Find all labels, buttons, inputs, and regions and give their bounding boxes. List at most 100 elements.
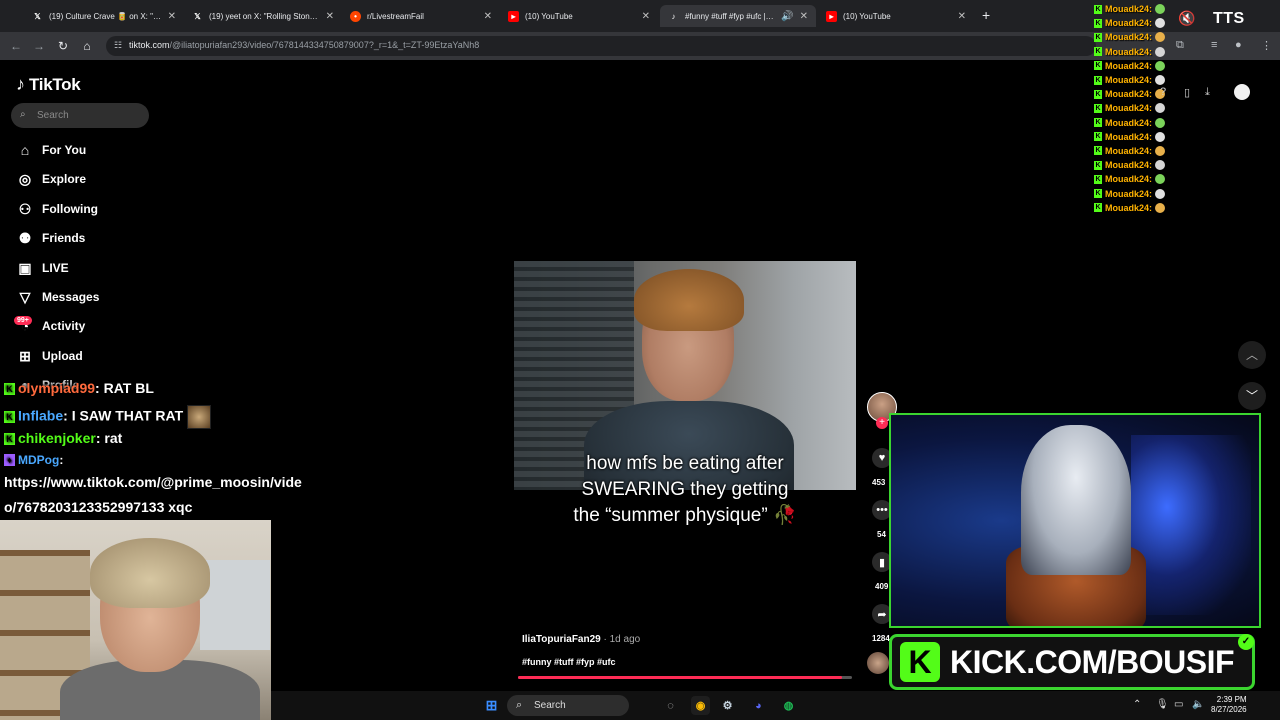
nav-explore[interactable]: ◎ Explore bbox=[16, 169, 86, 189]
video-author[interactable]: IliaTopuriaFan29 · 1d ago bbox=[522, 634, 640, 645]
side-chat-username: Mouadk24: bbox=[1105, 117, 1153, 128]
search-icon: ⌕ bbox=[20, 109, 26, 120]
phone-icon[interactable]: ▯ bbox=[1184, 86, 1190, 99]
close-icon[interactable]: ✕ bbox=[642, 11, 650, 22]
kick-badge-icon: K bbox=[1094, 103, 1102, 113]
video-hashtags[interactable]: #funny #tuff #fyp #ufc bbox=[522, 657, 616, 667]
emote-icon bbox=[1155, 75, 1166, 86]
close-icon[interactable]: ✕ bbox=[326, 11, 334, 22]
search-input[interactable]: ⌕ Search bbox=[11, 103, 149, 128]
emote-icon bbox=[1155, 202, 1166, 213]
kick-badge-icon: K bbox=[1094, 89, 1102, 99]
speaker-icon[interactable]: 🔊 bbox=[781, 11, 793, 22]
emote-icon bbox=[1155, 160, 1166, 171]
back-icon[interactable]: ← bbox=[8, 38, 24, 54]
reddit-icon: • bbox=[350, 10, 361, 22]
side-chat-username: Mouadk24: bbox=[1105, 32, 1153, 43]
browser-tab-2[interactable]: 𝕏 (19) yeet on X: "Rolling Stone d ✕ bbox=[184, 5, 342, 27]
forward-icon[interactable]: → bbox=[31, 38, 47, 54]
browser-tab-1[interactable]: 𝕏 (19) Culture Crave 🥫 on X: "Ro ✕ bbox=[24, 5, 184, 27]
queue-icon[interactable]: ≡ bbox=[1211, 39, 1217, 51]
kick-badge-icon: K bbox=[1094, 75, 1102, 85]
new-tab-button[interactable]: + bbox=[982, 7, 990, 23]
browser-tab-4[interactable]: ▸ (10) YouTube ✕ bbox=[500, 5, 658, 27]
nav-following[interactable]: ⚇ Following bbox=[16, 199, 98, 219]
side-chat-row: K Mouadk24: bbox=[1094, 130, 1174, 144]
upload-icon: ⊞ bbox=[19, 347, 31, 364]
address-bar[interactable]: ☷ tiktok.com/@iliatopuriafan293/video/76… bbox=[106, 36, 1096, 56]
taskbar-search[interactable]: ⌕ Search bbox=[507, 695, 629, 716]
kick-badge-icon: K bbox=[1094, 61, 1102, 71]
toggle-switch[interactable] bbox=[1234, 84, 1250, 100]
video-caption: how mfs be eating after SWEARING they ge… bbox=[573, 453, 797, 526]
browser-tab-6[interactable]: ▸ (10) YouTube ✕ bbox=[818, 5, 974, 27]
help-icon[interactable]: ? bbox=[1160, 86, 1166, 98]
emote-icon bbox=[1155, 60, 1166, 71]
music-avatar[interactable] bbox=[867, 652, 889, 674]
menu-icon[interactable]: ⋮ bbox=[1261, 39, 1272, 52]
extensions-icon[interactable]: ⧉ bbox=[1176, 39, 1184, 52]
nav-for-you[interactable]: ⌂ For You bbox=[16, 140, 86, 160]
side-chat-username: Mouadk24: bbox=[1105, 46, 1153, 57]
browser-tab-active[interactable]: ♪ #funny #tuff #fyp #ufc | ca 🔊 ✕ bbox=[660, 5, 816, 27]
download-icon[interactable]: ⤓ bbox=[1205, 86, 1210, 99]
tab-title: (10) YouTube bbox=[525, 11, 573, 21]
browser-tab-3[interactable]: • r/LivestreamFail ✕ bbox=[342, 5, 500, 27]
kick-badge-icon: K bbox=[1094, 118, 1102, 128]
reload-icon[interactable]: ↻ bbox=[55, 38, 71, 54]
home-icon[interactable]: ⌂ bbox=[79, 38, 95, 54]
discord-icon[interactable]: ◕ bbox=[749, 696, 768, 715]
youtube-icon: ▸ bbox=[826, 10, 837, 22]
close-icon[interactable]: ✕ bbox=[168, 11, 176, 22]
side-chat-username: Mouadk24: bbox=[1105, 188, 1153, 199]
volume-icon[interactable]: 🔈 bbox=[1192, 699, 1204, 710]
kick-badge-icon: K bbox=[1094, 174, 1102, 184]
chat-message: ♦ MDPog: bbox=[4, 453, 63, 467]
side-chat-username: Mouadk24: bbox=[1105, 4, 1153, 15]
chat-link-text: https://www.tiktok.com/@prime_moosin/vid… bbox=[4, 474, 302, 490]
video-progress-bar[interactable] bbox=[518, 676, 852, 679]
activity-badge: 99+ bbox=[14, 316, 32, 325]
spotify-icon[interactable]: ◍ bbox=[779, 696, 798, 715]
monitor-icon[interactable]: ▭ bbox=[1174, 699, 1183, 710]
taskbar-clock[interactable]: 2:39 PM 8/27/2026 bbox=[1211, 695, 1247, 715]
close-icon[interactable]: ✕ bbox=[484, 11, 492, 22]
chevron-up-icon[interactable]: ︿ bbox=[1238, 341, 1266, 369]
nav-friends[interactable]: ⚉ Friends bbox=[16, 228, 86, 248]
tray-chevron-icon[interactable]: ⌃ bbox=[1133, 699, 1141, 710]
chevron-down-icon[interactable]: ﹀ bbox=[1238, 382, 1266, 410]
close-icon[interactable]: ✕ bbox=[800, 11, 808, 22]
emote-icon bbox=[1155, 46, 1166, 57]
task-view-icon[interactable]: ◌ bbox=[661, 696, 680, 715]
tab-title: (19) Culture Crave 🥫 on X: "Ro bbox=[49, 11, 162, 21]
nav-live[interactable]: ▣ LIVE bbox=[16, 258, 68, 278]
steam-icon[interactable]: ⚙ bbox=[718, 696, 737, 715]
side-chat-row: K Mouadk24: bbox=[1094, 45, 1174, 59]
save-count: 409 bbox=[875, 582, 889, 591]
emote-icon bbox=[1155, 145, 1166, 156]
mic-icon[interactable]: 🎙 bbox=[1156, 699, 1169, 710]
kick-badge-icon: K bbox=[4, 410, 15, 423]
nav-messages[interactable]: ▽ Messages bbox=[16, 287, 100, 307]
kick-badge-icon: K bbox=[1094, 132, 1102, 142]
side-chat-username: Mouadk24: bbox=[1105, 60, 1153, 71]
kick-badge-icon: K bbox=[1094, 203, 1102, 213]
side-chat-row: K Mouadk24: bbox=[1094, 186, 1174, 200]
side-chat-username: Mouadk24: bbox=[1105, 174, 1153, 185]
chrome-icon[interactable]: ◉ bbox=[691, 696, 710, 715]
emote-icon bbox=[1155, 117, 1166, 128]
site-info-icon[interactable]: ☷ bbox=[114, 40, 126, 52]
nav-upload[interactable]: ⊞ Upload bbox=[16, 346, 83, 366]
close-icon[interactable]: ✕ bbox=[958, 11, 966, 22]
follow-plus-icon[interactable]: + bbox=[876, 417, 888, 429]
side-chat-row: K Mouadk24: bbox=[1094, 16, 1174, 30]
side-chat-username: Mouadk24: bbox=[1105, 202, 1153, 213]
kick-badge-icon: K bbox=[1094, 189, 1102, 199]
tiktok-logo[interactable]: ♪ TikTok bbox=[16, 74, 81, 95]
windows-start-icon[interactable]: ⊞ bbox=[482, 696, 501, 715]
facecam-hair bbox=[90, 538, 210, 608]
kick-badge-icon: K bbox=[1094, 47, 1102, 57]
side-chat-username: Mouadk24: bbox=[1105, 145, 1153, 156]
profile-avatar[interactable]: ● bbox=[1235, 39, 1242, 51]
tiktok-icon: ♪ bbox=[671, 11, 676, 21]
